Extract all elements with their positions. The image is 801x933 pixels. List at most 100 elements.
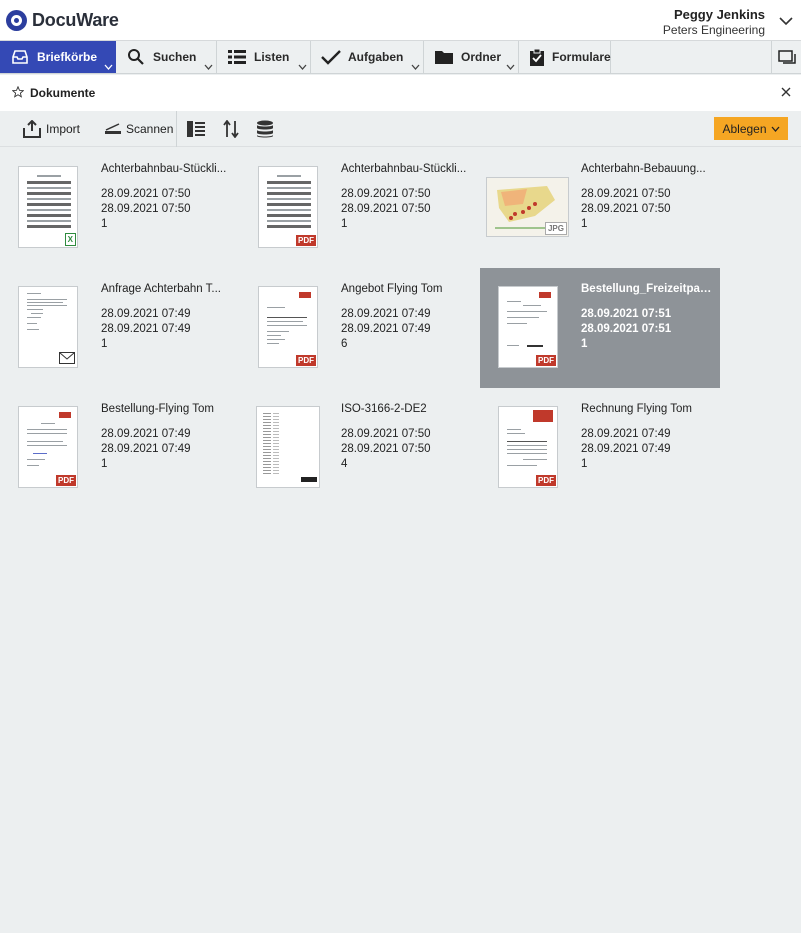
document-created: 28.09.2021 07:49 [101,308,191,320]
sort-button[interactable] [223,111,243,147]
close-icon[interactable] [781,87,791,97]
nav-tab-ordner[interactable]: Ordner [424,41,519,73]
document-card[interactable]: PDF Angebot Flying Tom 28.09.2021 07:49 … [240,268,480,388]
tray-toolbar: Import Scannen Ablegen [0,111,801,147]
user-name: Peggy Jenkins [673,7,765,22]
document-modified: 28.09.2021 07:49 [101,443,191,455]
document-count: 6 [341,338,348,350]
document-card[interactable]: X Achterbahnbau-Stückli... 28.09.2021 07… [0,148,240,268]
layout-icon [187,121,205,137]
jpg-file-icon: JPG [544,222,567,235]
nav-tab-formulare[interactable]: Formulare [519,41,611,73]
document-name: ISO-3166-2-DE2 [341,403,427,415]
nav-tab-label: Briefkörbe [37,50,98,64]
document-thumbnail: PDF [258,286,318,368]
star-icon[interactable] [12,86,24,98]
tray-title: Dokumente [30,86,96,100]
nav-tab-label: Aufgaben [348,50,404,64]
document-created: 28.09.2021 07:49 [101,428,191,440]
company-logo [539,292,551,298]
nav-tab-aufgaben[interactable]: Aufgaben [311,41,424,73]
document-card[interactable]: ISO-3166-2-DE2 28.09.2021 07:50 28.09.20… [240,388,480,508]
company-logo [59,412,71,418]
document-card-selected[interactable]: PDF Bestellung_Freizeitpar... 28.09.2021… [480,268,720,388]
view-layout-button[interactable] [187,111,209,147]
pdf-file-icon: PDF [296,355,316,366]
chevron-down-icon[interactable] [411,64,420,70]
nav-tab-label: Formulare [552,50,611,64]
document-modified: 28.09.2021 07:49 [341,323,431,335]
document-card[interactable]: JPG Achterbahn-Bebauung... 28.09.2021 07… [480,148,720,268]
pdf-file-icon: PDF [296,235,316,246]
document-card[interactable]: PDF Rechnung Flying Tom 28.09.2021 07:49… [480,388,720,508]
document-thumbnail [256,406,320,488]
tray-icon [10,47,30,67]
nav-tab-label: Suchen [153,50,197,64]
main-navigation: Briefkörbe Suchen Listen Aufgaben Ordner [0,41,801,74]
document-modified: 28.09.2021 07:50 [101,203,191,215]
document-name: Angebot Flying Tom [341,283,443,295]
document-modified: 28.09.2021 07:51 [581,323,672,335]
window-toggle-button[interactable] [771,41,801,73]
chevron-down-icon[interactable] [298,64,307,70]
document-modified: 28.09.2021 07:50 [341,443,431,455]
list-icon [227,47,247,67]
windows-icon [777,50,796,64]
documents-tray-header: Dokumente [0,75,801,111]
document-count: 1 [101,218,108,230]
nav-tab-listen[interactable]: Listen [217,41,311,73]
chevron-down-icon[interactable] [204,64,213,70]
chevron-down-icon[interactable] [104,64,113,70]
document-created: 28.09.2021 07:50 [341,428,431,440]
store-button[interactable]: Ablegen [714,117,788,140]
document-meta: Bestellung_Freizeitpar... 28.09.2021 07:… [581,282,713,352]
clipboard-icon [529,47,545,67]
document-count: 1 [101,338,108,350]
document-thumbnail: PDF [18,406,78,488]
user-info[interactable]: Peggy Jenkins Peters Engineering [663,7,765,38]
document-modified: 28.09.2021 07:50 [341,203,431,215]
document-thumbnail: X [18,166,78,248]
chevron-down-icon [771,126,780,132]
brand-name: DocuWare [32,10,119,30]
document-name: Achterbahnbau-Stückli... [101,163,227,175]
nav-tab-briefkoerbe[interactable]: Briefkörbe [0,41,116,73]
app-header: DocuWare Peggy Jenkins Peters Engineerin… [0,0,801,41]
company-logo [533,410,553,422]
file-cabinet-button[interactable] [256,111,278,147]
document-created: 28.09.2021 07:50 [101,188,191,200]
document-meta: Anfrage Achterbahn T... 28.09.2021 07:49… [101,282,233,352]
document-name: Achterbahn-Bebauung... [581,163,706,175]
scanner-icon [104,122,122,136]
document-meta: Angebot Flying Tom 28.09.2021 07:49 28.0… [341,282,473,352]
document-grid: X Achterbahnbau-Stückli... 28.09.2021 07… [0,148,801,933]
nav-tab-label: Ordner [461,50,502,64]
document-created: 28.09.2021 07:49 [341,308,431,320]
chevron-down-icon[interactable] [506,64,515,70]
nav-tab-suchen[interactable]: Suchen [116,41,217,73]
docuware-logo[interactable]: DocuWare [6,10,119,31]
checkmark-icon [321,47,341,67]
document-name: Bestellung-Flying Tom [101,403,214,415]
sort-icon [223,120,239,138]
pdf-file-icon: PDF [56,475,76,486]
scan-label: Scannen [126,122,174,136]
import-label: Import [46,122,81,136]
document-created: 28.09.2021 07:51 [581,308,672,320]
document-thumbnail: PDF [498,406,558,488]
company-logo [299,292,311,298]
excel-file-icon: X [64,233,76,246]
envelope-icon [59,352,75,364]
document-modified: 28.09.2021 07:49 [101,323,191,335]
scan-button[interactable]: Scannen [104,111,173,147]
document-name: Bestellung_Freizeitpar... [581,283,713,295]
document-card[interactable]: PDF Bestellung-Flying Tom 28.09.2021 07:… [0,388,240,508]
chevron-down-icon[interactable] [779,16,793,26]
import-button[interactable]: Import [22,111,80,147]
document-card[interactable]: PDF Achterbahnbau-Stückli... 28.09.2021 … [240,148,480,268]
document-name: Rechnung Flying Tom [581,403,693,415]
document-card[interactable]: Anfrage Achterbahn T... 28.09.2021 07:49… [0,268,240,388]
pdf-file-icon: PDF [536,355,556,366]
docuware-logo-icon [6,10,27,31]
document-created: 28.09.2021 07:50 [581,188,671,200]
